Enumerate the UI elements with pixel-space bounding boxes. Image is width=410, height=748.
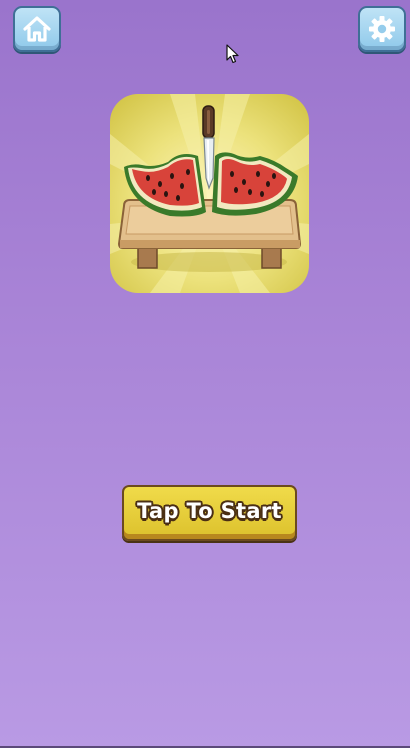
home-icon [23,16,51,42]
home-button[interactable] [13,6,61,52]
settings-button[interactable] [358,6,406,52]
game-logo [110,94,309,293]
tap-to-start-button[interactable]: Tap To Start [122,485,297,541]
watermelon-knife-icon [110,94,309,293]
start-button-label: Tap To Start [137,499,282,523]
mouse-cursor [226,44,239,64]
gear-icon [369,16,395,42]
